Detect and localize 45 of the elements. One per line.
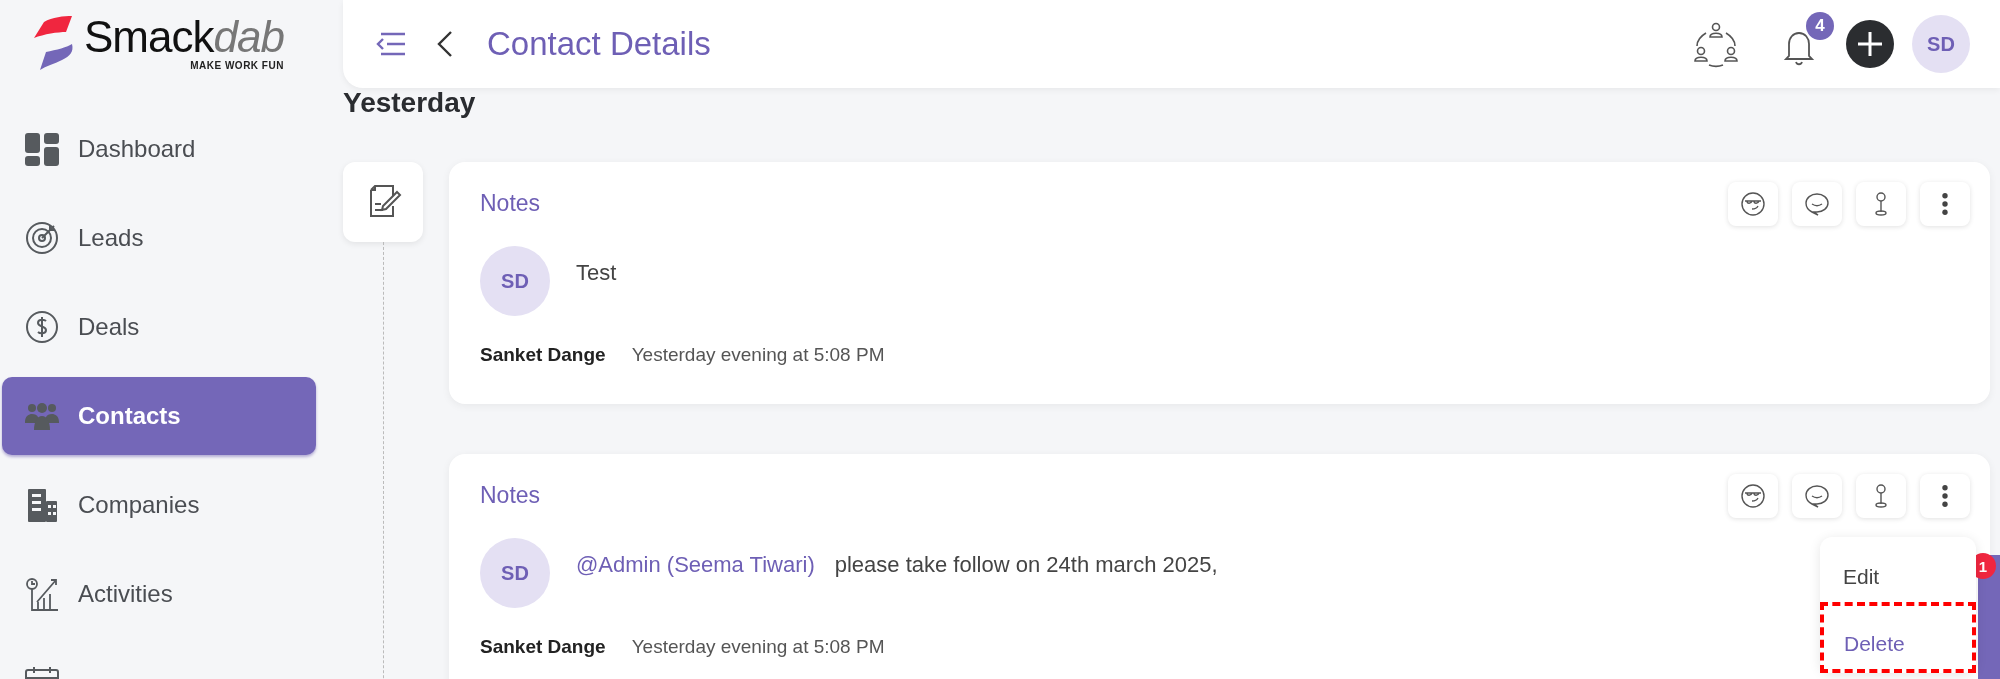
- emoji-button[interactable]: [1728, 474, 1778, 518]
- note-text: Test: [576, 260, 617, 286]
- more-button[interactable]: [1920, 182, 1970, 226]
- comment-button[interactable]: [1792, 182, 1842, 226]
- chart-icon: [24, 576, 60, 612]
- speech-bubble-icon: [1804, 191, 1830, 217]
- author-name: Sanket Dange: [480, 344, 606, 366]
- mention-link[interactable]: @Admin (Seema Tiwari): [576, 552, 815, 578]
- sidebar-item[interactable]: Dashboard: [2, 110, 316, 188]
- author-name: Sanket Dange: [480, 636, 606, 658]
- sunglasses-face-icon: [1740, 191, 1766, 217]
- pin-button[interactable]: [1856, 182, 1906, 226]
- emoji-button[interactable]: [1728, 182, 1778, 226]
- sidebar-item[interactable]: Activities: [2, 555, 316, 633]
- note-time: Yesterday evening at 5:08 PM: [631, 344, 885, 366]
- brand-name: Smackdab: [84, 14, 284, 60]
- menu-item[interactable]: Delete: [1820, 602, 1976, 673]
- pin-button[interactable]: [1856, 474, 1906, 518]
- page-title: Contact Details: [487, 25, 711, 63]
- add-button[interactable]: [1846, 20, 1894, 68]
- notification-badge: 4: [1806, 12, 1834, 40]
- brand-tagline: MAKE WORK FUN: [190, 60, 284, 71]
- speech-bubble-icon: [1804, 483, 1830, 509]
- sidebar-item[interactable]: Leads: [2, 199, 316, 277]
- author-avatar: SD: [480, 538, 550, 608]
- more-button[interactable]: [1920, 474, 1970, 518]
- user-avatar[interactable]: SD: [1912, 15, 1970, 73]
- more-icon: [1942, 193, 1948, 215]
- sidebar-item[interactable]: Contacts: [2, 377, 316, 455]
- sunglasses-face-icon: [1740, 483, 1766, 509]
- sidebar-item[interactable]: Companies: [2, 466, 316, 544]
- coin-icon: [24, 309, 60, 345]
- dashboard-icon: [24, 131, 60, 167]
- author-avatar: SD: [480, 246, 550, 316]
- sidebar-item[interactable]: Deals: [2, 288, 316, 366]
- team-icon[interactable]: [1692, 20, 1740, 68]
- more-icon: [1942, 485, 1948, 507]
- plus-icon: [1856, 30, 1884, 58]
- target-icon: [24, 220, 60, 256]
- note-text: please take follow on 24th march 2025,: [834, 552, 1218, 578]
- note-title: Notes: [480, 190, 541, 217]
- group-heading: Yesterday: [343, 88, 477, 120]
- note-time: Yesterday evening at 5:08 PM: [631, 636, 885, 658]
- comment-button[interactable]: [1792, 474, 1842, 518]
- note-title: Notes: [480, 482, 541, 509]
